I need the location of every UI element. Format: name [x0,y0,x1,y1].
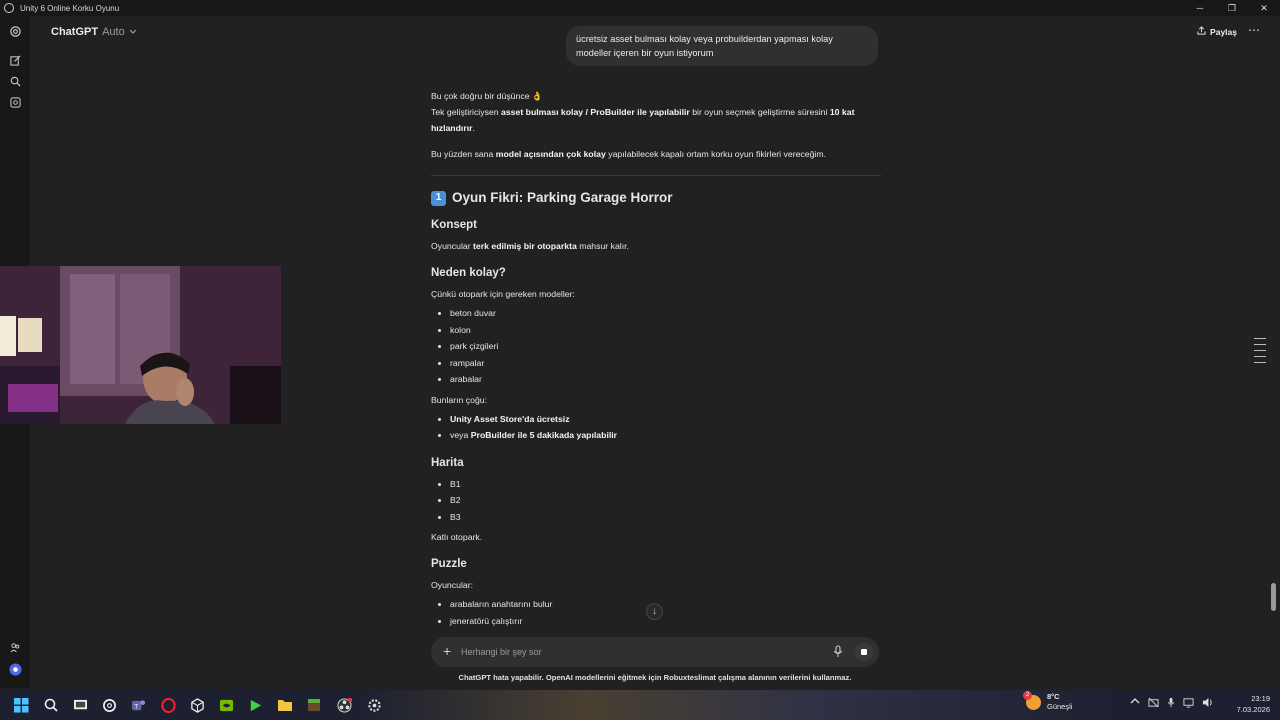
nvidia-icon[interactable] [218,697,234,713]
konsept-text: Oyuncular terk edilmiş bir otoparkta mah… [431,241,629,251]
puzzle-heading: Puzzle [431,558,467,570]
window-title: Unity 6 Online Korku Oyunu [20,3,120,13]
stop-icon [861,649,867,655]
scroll-to-bottom-button[interactable]: ↓ [646,603,663,620]
chevron-up-icon[interactable] [1130,697,1140,710]
folder-icon[interactable] [277,697,293,713]
model-name: ChatGPT [51,26,99,38]
floors-list: B1 B2 B3 [431,476,881,526]
accounts-icon[interactable] [8,640,22,654]
chevron-down-icon [129,26,137,38]
list-item: rampalar [450,355,881,372]
list-item: B2 [450,492,881,509]
search-icon[interactable] [8,74,22,88]
close-button[interactable]: ✕ [1248,0,1280,16]
search-icon[interactable] [43,697,59,713]
microphone-icon[interactable] [833,645,845,659]
intro-paragraph-3: Bu yüzden sana model açısından çok kolay… [431,149,827,159]
add-attachment-button[interactable]: + [443,643,451,659]
list-item: arabalar [450,371,881,388]
svg-text:T: T [134,703,138,710]
microphone-icon[interactable] [1167,697,1175,710]
disclaimer-text: ChatGPT hata yapabilir. OpenAI modelleri… [458,673,852,682]
model-mode: Auto [102,26,125,38]
oyuncular-text: Oyuncular: [431,580,474,590]
gear-icon[interactable] [8,24,22,38]
list-item: B3 [450,509,881,526]
list-item: Unity Asset Store'da ücretsiz [450,411,881,428]
maximize-button[interactable]: ❐ [1216,0,1248,16]
neden-heading: Neden kolay? [431,267,506,279]
minimize-button[interactable]: ─ [1184,0,1216,16]
list-item: veya ProBuilder ile 5 dakikada yapılabil… [450,427,881,444]
neden-intro: Çünkü otopark için gereken modeller: [431,289,575,299]
list-item: beton duvar [450,305,881,322]
windows-taskbar: T [0,690,1280,720]
keycap-one-icon: 1 [431,190,446,206]
library-icon[interactable] [8,95,22,109]
scrollbar-thumb[interactable] [1271,583,1276,611]
weather-widget[interactable]: 2 8°C Güneşli [1023,690,1073,712]
bunlarin-text: Bunların çoğu: [431,394,488,405]
assistant-message: Bu çok doğru bir düşünce 👌 Tek geliştiri… [431,88,881,633]
list-item: arabaların anahtarını bulur [450,596,881,613]
share-icon [1197,26,1206,37]
list-item: park çizgileri [450,338,881,355]
chatgpt-app-icon [4,3,14,13]
volume-icon[interactable] [1202,697,1213,710]
message-composer: + [431,637,879,667]
webcam-overlay [0,266,281,424]
task-view-icon[interactable] [72,697,88,713]
stop-generating-button[interactable] [855,643,873,661]
list-item: B1 [450,476,881,493]
weather-badge: 2 [1023,690,1032,700]
sources-list: Unity Asset Store'da ücretsiz veya ProBu… [431,411,881,444]
weather-temperature: 8°C [1047,692,1060,701]
weather-description: Güneşli [1047,702,1073,711]
weather-sun-icon: 2 [1023,690,1041,710]
settings-icon[interactable] [366,697,382,713]
display-icon[interactable] [1183,697,1194,710]
obs-icon[interactable] [336,697,352,713]
minecraft-icon[interactable] [306,697,322,713]
windows-start-icon[interactable] [13,697,29,713]
stream-icon[interactable] [247,697,263,713]
clock-time: 23:19 [1251,694,1270,703]
user-message: ücretsiz asset bulması kolay veya probui… [566,26,878,66]
network-off-icon[interactable] [1148,697,1159,710]
webcam-feed-image [0,266,281,424]
share-button[interactable]: Paylaş [1197,26,1237,37]
idea-title: 1 Oyun Fikri: Parking Garage Horror [431,188,881,208]
harita-heading: Harita [431,456,464,469]
taskbar-clock[interactable]: 23:19 7.03.2026 [1226,693,1270,715]
intro-line: Bu çok doğru bir düşünce 👌 [431,91,543,101]
new-chat-icon[interactable] [8,53,22,67]
profile-icon[interactable] [8,662,22,676]
models-list: beton duvar kolon park çizgileri rampala… [431,305,881,388]
window-titlebar: Unity 6 Online Korku Oyunu ─ ❐ ✕ [0,0,1280,16]
clock-date: 7.03.2026 [1236,705,1270,714]
window-controls: ─ ❐ ✕ [1184,0,1280,16]
divider [431,175,881,176]
teams-icon[interactable]: T [130,697,146,713]
system-tray [1130,697,1213,710]
more-options-button[interactable]: ⋯ [1248,23,1260,37]
opera-icon[interactable] [160,697,176,713]
intro-paragraph-2: Tek geliştiriciysen asset bulması kolay … [431,107,855,133]
konsept-heading: Konsept [431,219,477,231]
list-item: kolon [450,322,881,339]
katli-text: Katlı otopark. [431,532,483,542]
share-label: Paylaş [1210,26,1237,37]
model-selector[interactable]: ChatGPT Auto [51,26,137,38]
unity-hub-icon[interactable] [189,697,205,713]
message-input[interactable] [461,645,821,659]
list-item: jeneratörü çalıştırır [450,613,881,630]
chatgpt-icon[interactable] [101,697,117,713]
conversation-minimap[interactable] [1254,338,1266,368]
